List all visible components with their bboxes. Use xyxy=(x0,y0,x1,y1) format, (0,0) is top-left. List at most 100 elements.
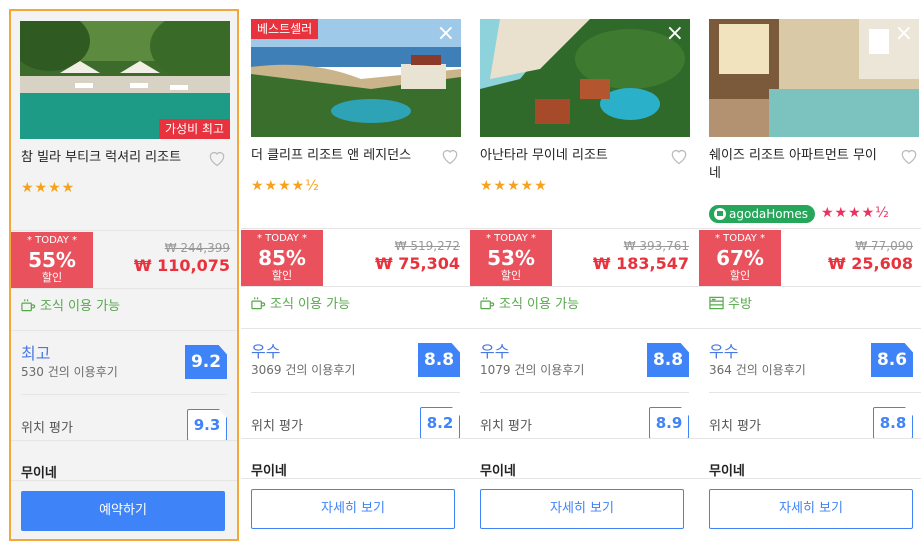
hotel-name[interactable]: 쉐이즈 리조트 아파트먼트 무이네 xyxy=(709,147,884,183)
hotel-photo[interactable]: × xyxy=(480,19,690,137)
close-icon[interactable]: × xyxy=(666,23,684,45)
heart-icon[interactable] xyxy=(440,146,460,166)
location-label: 위치 평가 xyxy=(480,419,532,434)
location-label: 위치 평가 xyxy=(709,419,761,434)
star-rating: ★★★★½ xyxy=(251,178,320,194)
feature: 조식 이용 가능 xyxy=(480,296,579,314)
feature-label: 조식 이용 가능 xyxy=(270,297,351,312)
review-summary[interactable]: 우수 1079 건의 이용후기 xyxy=(480,342,584,378)
hotel-card[interactable]: × 아난타라 무이네 리조트 ★★★★★ * TODAY * 53% 할인 ₩ … xyxy=(470,9,700,541)
review-summary[interactable]: 우수 3069 건의 이용후기 xyxy=(251,342,355,378)
view-details-button[interactable]: 자세히 보기 xyxy=(251,489,455,529)
feature: 조식 이용 가능 xyxy=(21,298,120,316)
view-details-button[interactable]: 자세히 보기 xyxy=(480,489,684,529)
agoda-homes-badge: agodaHomes xyxy=(709,205,815,223)
review-score: 9.2 xyxy=(185,345,227,379)
hotel-photo[interactable]: × xyxy=(709,19,919,137)
discount-percent: 53% xyxy=(487,246,535,270)
review-summary[interactable]: 우수 364 건의 이용후기 xyxy=(709,342,806,378)
book-button[interactable]: 예약하기 xyxy=(21,491,225,531)
location-score: 9.3 xyxy=(187,409,227,441)
review-score: 8.8 xyxy=(418,343,460,377)
discount-badge: * TODAY * 85% 할인 xyxy=(241,230,323,286)
feature: 주방 xyxy=(709,296,752,314)
original-price: ₩ 519,272 xyxy=(394,239,460,253)
coffee-icon xyxy=(21,299,36,312)
today-label: * TODAY * xyxy=(485,233,537,244)
location-score: 8.8 xyxy=(873,407,913,439)
agoda-homes-label: agodaHomes xyxy=(729,207,808,221)
view-details-button[interactable]: 자세히 보기 xyxy=(709,489,913,529)
review-count: 1079 건의 이용후기 xyxy=(480,363,585,377)
discount-label: 할인 xyxy=(500,269,522,282)
review-score: 8.8 xyxy=(647,343,689,377)
review-label: 우수 xyxy=(251,342,281,361)
review-count: 3069 건의 이용후기 xyxy=(251,363,356,377)
original-price: ₩ 393,761 xyxy=(623,239,689,253)
feature-label: 조식 이용 가능 xyxy=(40,299,121,314)
discount-badge: * TODAY * 55% 할인 xyxy=(11,232,93,288)
price-section[interactable]: * TODAY * 55% 할인 ₩ 244,399 ₩ 110,075 xyxy=(11,232,240,288)
review-label: 우수 xyxy=(709,342,739,361)
city: 무이네 xyxy=(480,464,516,479)
hotel-name[interactable]: 아난타라 무이네 리조트 xyxy=(480,147,662,165)
hotel-card[interactable]: 가성비 최고 참 빌라 부티크 럭셔리 리조트 ★★★★ * TODAY * 5… xyxy=(9,9,239,541)
current-price: ₩ 110,075 xyxy=(133,256,230,275)
city: 무이네 xyxy=(21,466,57,481)
discount-label: 할인 xyxy=(41,271,63,284)
price-section[interactable]: * TODAY * 53% 할인 ₩ 393,761 ₩ 183,547 xyxy=(470,230,699,286)
discount-label: 할인 xyxy=(271,269,293,282)
star-rating: ★★★★ xyxy=(21,180,76,196)
review-summary[interactable]: 최고 530 건의 이용후기 xyxy=(21,344,118,380)
location-label: 위치 평가 xyxy=(251,419,303,434)
close-icon[interactable]: × xyxy=(895,23,913,45)
discount-percent: 55% xyxy=(28,248,76,272)
current-price: ₩ 75,304 xyxy=(375,254,460,273)
hotel-card[interactable]: × 쉐이즈 리조트 아파트먼트 무이네 agodaHomes ★★★★½ * T… xyxy=(699,9,921,541)
best-value-ribbon: 가성비 최고 xyxy=(158,119,230,139)
bestseller-ribbon: 베스트셀러 xyxy=(251,19,319,39)
review-score: 8.6 xyxy=(871,343,913,377)
hotel-photo[interactable]: 가성비 최고 xyxy=(20,21,230,139)
hotel-name[interactable]: 참 빌라 부티크 럭셔리 리조트 xyxy=(21,149,203,167)
coffee-icon xyxy=(480,297,495,310)
price-section[interactable]: * TODAY * 67% 할인 ₩ 77,090 ₩ 25,608 xyxy=(699,230,921,286)
current-price: ₩ 183,547 xyxy=(592,254,689,273)
original-price: ₩ 77,090 xyxy=(855,239,913,253)
today-label: * TODAY * xyxy=(26,235,78,246)
star-rating: ★★★★★ xyxy=(480,178,548,194)
hotel-card[interactable]: 베스트셀러 × 더 클리프 리조트 앤 레지던스 ★★★★½ * TODAY *… xyxy=(241,9,471,541)
review-label: 우수 xyxy=(480,342,510,361)
hotel-name[interactable]: 더 클리프 리조트 앤 레지던스 xyxy=(251,147,433,165)
star-rating: ★★★★½ xyxy=(821,205,890,221)
review-label: 최고 xyxy=(21,344,51,363)
heart-icon[interactable] xyxy=(669,146,689,166)
heart-icon[interactable] xyxy=(899,146,919,166)
close-icon[interactable]: × xyxy=(437,23,455,45)
discount-percent: 85% xyxy=(258,246,306,270)
price-section[interactable]: * TODAY * 85% 할인 ₩ 519,272 ₩ 75,304 xyxy=(241,230,470,286)
hotel-cards: 가성비 최고 참 빌라 부티크 럭셔리 리조트 ★★★★ * TODAY * 5… xyxy=(0,0,921,547)
location-score: 8.9 xyxy=(649,407,689,439)
feature-label: 조식 이용 가능 xyxy=(499,297,580,312)
feature-label: 주방 xyxy=(728,297,752,312)
city: 무이네 xyxy=(709,464,745,479)
feature: 조식 이용 가능 xyxy=(251,296,350,314)
discount-label: 할인 xyxy=(729,269,751,282)
heart-icon[interactable] xyxy=(207,148,227,168)
location-label: 위치 평가 xyxy=(21,421,73,436)
city: 무이네 xyxy=(251,464,287,479)
today-label: * TODAY * xyxy=(714,233,766,244)
home-icon xyxy=(714,208,726,220)
discount-badge: * TODAY * 53% 할인 xyxy=(470,230,552,286)
review-count: 530 건의 이용후기 xyxy=(21,365,118,379)
today-label: * TODAY * xyxy=(256,233,308,244)
original-price: ₩ 244,399 xyxy=(164,241,230,255)
coffee-icon xyxy=(251,297,266,310)
location-score: 8.2 xyxy=(420,407,460,439)
current-price: ₩ 25,608 xyxy=(828,254,913,273)
review-count: 364 건의 이용후기 xyxy=(709,363,806,377)
discount-badge: * TODAY * 67% 할인 xyxy=(699,230,781,286)
discount-percent: 67% xyxy=(716,246,764,270)
hotel-photo[interactable]: 베스트셀러 × xyxy=(251,19,461,137)
